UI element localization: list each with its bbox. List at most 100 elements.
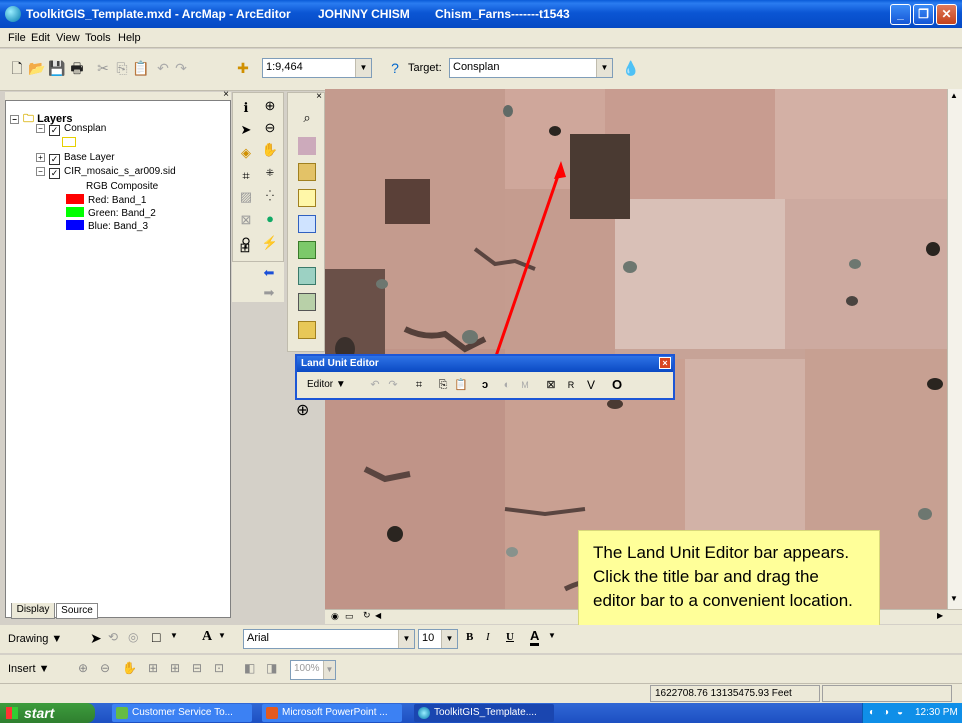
- search-icon[interactable]: ⌕: [298, 109, 316, 127]
- chevron-down-icon[interactable]: ▼: [441, 630, 457, 648]
- collapse-icon[interactable]: −: [10, 115, 19, 124]
- font-color-button[interactable]: A: [530, 629, 540, 646]
- redo-icon[interactable]: ↷: [172, 59, 190, 77]
- toc-grip[interactable]: ×: [5, 89, 231, 100]
- tab-display[interactable]: Display: [11, 603, 55, 619]
- land-unit-tool-icon[interactable]: [298, 163, 316, 181]
- edit-sketch-icon[interactable]: ⌗: [237, 167, 255, 185]
- report-icon[interactable]: [298, 321, 316, 339]
- chevron-down-icon[interactable]: ▼: [596, 59, 612, 77]
- zoom-out-icon[interactable]: ⊖: [261, 119, 279, 137]
- toc-layer-consplan[interactable]: − ✓ Consplan: [36, 123, 106, 136]
- edit-target-combo[interactable]: Consplan ▼: [449, 58, 613, 78]
- close-icon[interactable]: ×: [316, 91, 322, 102]
- redo-icon[interactable]: ↷: [385, 377, 401, 393]
- rotate-icon[interactable]: ⟲: [108, 630, 118, 644]
- pan-hand-icon[interactable]: ✋: [261, 141, 279, 159]
- layout-zoom-combo[interactable]: 100% ▼: [290, 660, 336, 680]
- raster-tool-icon[interactable]: [298, 137, 316, 155]
- select-arrow-icon[interactable]: ➤: [237, 121, 255, 139]
- route-icon[interactable]: [298, 293, 316, 311]
- menu-file[interactable]: File: [8, 32, 26, 44]
- chevron-down-icon[interactable]: ▼: [548, 631, 556, 640]
- open-folder-icon[interactable]: 📂: [28, 59, 46, 77]
- clear-selection-icon[interactable]: ▨: [237, 188, 255, 206]
- r-button[interactable]: R: [563, 377, 579, 393]
- hyperlink-icon[interactable]: ⚡: [261, 234, 279, 252]
- add-data-icon[interactable]: ✚: [234, 59, 252, 77]
- layout-view-icon[interactable]: ▭: [345, 611, 354, 622]
- zoom-100-icon[interactable]: ⊡: [214, 661, 224, 675]
- full-extent-globe-icon[interactable]: ●: [261, 210, 279, 228]
- merge-icon[interactable]: ◐: [499, 377, 515, 393]
- measure-icon[interactable]: ⊞: [236, 239, 254, 257]
- toc-consplan-symbol[interactable]: [62, 137, 80, 149]
- toc-layer-base[interactable]: + ✓ Base Layer: [36, 152, 115, 165]
- chevron-down-icon[interactable]: ▼: [170, 631, 178, 640]
- land-unit-editor-title-bar[interactable]: Land Unit Editor ×: [297, 356, 673, 372]
- editor-toolbar-icon[interactable]: 💧: [622, 59, 640, 77]
- visibility-checkbox[interactable]: ✓: [49, 125, 60, 136]
- underline-button[interactable]: U: [506, 631, 514, 643]
- close-icon[interactable]: ×: [223, 89, 229, 100]
- select-features-icon[interactable]: ◈: [237, 144, 255, 162]
- copy-icon[interactable]: ⎘: [113, 59, 131, 77]
- back-extent-icon[interactable]: ⬅: [260, 264, 278, 282]
- expand-icon[interactable]: +: [36, 153, 45, 162]
- boundary-icon[interactable]: [298, 215, 316, 233]
- zoom-selected-icon[interactable]: ◎: [128, 630, 138, 644]
- tray-sync-icon[interactable]: ◒: [897, 703, 903, 723]
- menu-tools[interactable]: Tools: [85, 32, 111, 44]
- window-title-bar[interactable]: ToolkitGIS_Template.mxd - ArcMap - ArcEd…: [0, 0, 962, 28]
- zoom-out-layout-icon[interactable]: ⊖: [100, 661, 110, 675]
- scroll-down-icon[interactable]: ▼: [950, 594, 958, 603]
- select-unit-icon[interactable]: [298, 189, 316, 207]
- zoom-in-layout-icon[interactable]: ⊕: [78, 661, 88, 675]
- close-button[interactable]: ✕: [936, 4, 957, 25]
- paste-icon[interactable]: 📋: [132, 59, 150, 77]
- chevron-down-icon[interactable]: ▼: [218, 631, 226, 640]
- scroll-right-icon[interactable]: ▶: [937, 611, 943, 620]
- editor-menu-button[interactable]: Editor ▼: [307, 379, 346, 390]
- field-icon[interactable]: [298, 241, 316, 259]
- forward-extent-icon[interactable]: ➡: [260, 284, 278, 302]
- visibility-checkbox[interactable]: ✓: [49, 168, 60, 179]
- bold-button[interactable]: B: [466, 631, 473, 643]
- menu-edit[interactable]: Edit: [31, 32, 50, 44]
- zoom-in-icon[interactable]: ⊕: [261, 97, 279, 115]
- chevron-down-icon[interactable]: ▼: [398, 630, 414, 648]
- menu-view[interactable]: View: [56, 32, 80, 44]
- tray-network-icon[interactable]: ◐: [869, 703, 875, 723]
- collapse-icon[interactable]: −: [36, 124, 45, 133]
- refresh-icon[interactable]: ↻: [363, 610, 371, 621]
- fixed-zoom-out-layout-icon[interactable]: ⊟: [192, 661, 202, 675]
- taskbar-item-customer-service[interactable]: Customer Service To...: [112, 704, 252, 722]
- close-icon[interactable]: ×: [659, 357, 671, 369]
- m-button[interactable]: M: [517, 377, 533, 393]
- whats-this-help-icon[interactable]: ?: [386, 59, 404, 77]
- fixed-zoom-in-icon[interactable]: ⁜: [261, 165, 279, 183]
- font-size-combo[interactable]: 10 ▼: [418, 629, 458, 649]
- chevron-down-icon[interactable]: ▼: [323, 661, 335, 679]
- save-icon[interactable]: 💾: [48, 59, 66, 77]
- rectangle-icon[interactable]: □: [152, 629, 160, 645]
- go-forward-icon[interactable]: ◨: [266, 661, 277, 675]
- print-icon[interactable]: 🖶: [68, 59, 86, 77]
- circle-tool-icon[interactable]: O: [609, 377, 625, 393]
- undo-icon[interactable]: ↶: [154, 59, 172, 77]
- tray-shield-icon[interactable]: ◑: [883, 703, 889, 723]
- copy-icon[interactable]: ⎘: [435, 377, 451, 393]
- italic-button[interactable]: I: [486, 631, 490, 643]
- land-unit-editor-toolbar[interactable]: Land Unit Editor × Editor ▼ ↶ ↷ ⌗ ⎘ 📋 ↄ …: [295, 354, 675, 400]
- fixed-zoom-out-icon[interactable]: ⁛: [261, 188, 279, 206]
- identify-icon[interactable]: ℹ: [237, 99, 255, 117]
- visibility-checkbox[interactable]: ✓: [49, 154, 60, 165]
- undo-icon[interactable]: ↶: [367, 377, 383, 393]
- toc-layer-cir[interactable]: − ✓ CIR_mosaic_s_ar009.sid: [36, 166, 176, 179]
- chevron-down-icon[interactable]: ▼: [355, 59, 371, 77]
- v-button[interactable]: V: [583, 377, 599, 393]
- scroll-left-icon[interactable]: ◀: [375, 611, 381, 620]
- scroll-up-icon[interactable]: ▲: [950, 91, 958, 100]
- insert-menu-button[interactable]: Insert ▼: [8, 663, 49, 675]
- drawing-menu-button[interactable]: Drawing ▼: [8, 633, 62, 645]
